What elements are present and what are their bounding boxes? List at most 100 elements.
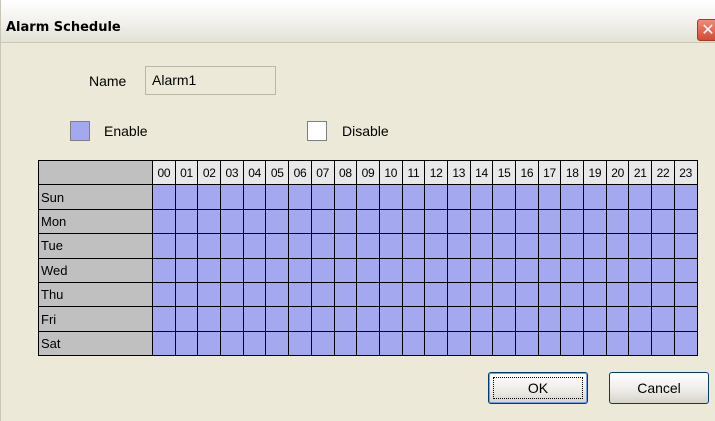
schedule-cell[interactable] [152,184,176,210]
schedule-cell[interactable] [265,208,290,235]
schedule-cell[interactable] [560,306,585,332]
schedule-cell[interactable] [333,257,358,283]
schedule-cell[interactable] [583,257,607,283]
name-field[interactable]: Alarm1 [145,66,276,95]
schedule-cell[interactable] [378,281,403,308]
schedule-cell[interactable] [401,257,426,283]
schedule-cell[interactable] [651,306,675,332]
schedule-cell[interactable] [605,281,630,308]
schedule-cell[interactable] [310,281,335,308]
schedule-cell[interactable] [651,208,675,235]
schedule-cell[interactable] [673,184,698,210]
schedule-cell[interactable] [469,257,494,283]
schedule-cell[interactable] [152,306,176,332]
schedule-cell[interactable] [242,257,267,283]
hour-header[interactable]: 02 [197,159,222,186]
schedule-cell[interactable] [265,330,290,357]
schedule-cell[interactable] [583,233,607,259]
schedule-cell[interactable] [469,233,494,259]
schedule-cell[interactable] [152,257,176,283]
schedule-cell[interactable] [174,306,199,332]
schedule-cell[interactable] [515,233,539,259]
day-label[interactable]: Fri [38,306,153,332]
schedule-cell[interactable] [424,184,448,210]
schedule-cell[interactable] [492,330,516,357]
schedule-cell[interactable] [537,233,562,259]
schedule-cell[interactable] [220,330,244,357]
schedule-cell[interactable] [469,184,494,210]
schedule-cell[interactable] [492,233,516,259]
schedule-cell[interactable] [628,184,653,210]
hour-header[interactable]: 15 [492,159,516,186]
hour-header[interactable]: 05 [265,159,290,186]
schedule-cell[interactable] [197,208,222,235]
schedule-cell[interactable] [651,233,675,259]
schedule-cell[interactable] [310,184,335,210]
schedule-cell[interactable] [446,184,471,210]
schedule-cell[interactable] [197,306,222,332]
title-bar[interactable]: Alarm Schedule ✕ [1,0,715,43]
schedule-cell[interactable] [605,257,630,283]
schedule-cell[interactable] [265,306,290,332]
hour-header[interactable]: 17 [537,159,562,186]
schedule-cell[interactable] [174,330,199,357]
schedule-cell[interactable] [673,208,698,235]
schedule-cell[interactable] [628,233,653,259]
schedule-cell[interactable] [424,208,448,235]
schedule-cell[interactable] [492,184,516,210]
schedule-cell[interactable] [673,281,698,308]
schedule-cell[interactable] [220,306,244,332]
hour-header[interactable]: 20 [605,159,630,186]
schedule-cell[interactable] [446,306,471,332]
day-label[interactable]: Tue [38,233,153,259]
hour-header[interactable]: 09 [356,159,380,186]
schedule-cell[interactable] [515,330,539,357]
schedule-cell[interactable] [152,281,176,308]
hour-header[interactable]: 12 [424,159,448,186]
schedule-cell[interactable] [356,208,380,235]
schedule-cell[interactable] [424,257,448,283]
day-label[interactable]: Wed [38,257,153,283]
schedule-cell[interactable] [197,233,222,259]
schedule-cell[interactable] [356,306,380,332]
schedule-cell[interactable] [288,330,312,357]
schedule-cell[interactable] [378,208,403,235]
day-label[interactable]: Sun [38,184,153,210]
schedule-cell[interactable] [492,306,516,332]
schedule-cell[interactable] [605,208,630,235]
schedule-cell[interactable] [492,281,516,308]
schedule-cell[interactable] [446,208,471,235]
schedule-cell[interactable] [310,208,335,235]
schedule-cell[interactable] [560,208,585,235]
schedule-cell[interactable] [424,330,448,357]
schedule-cell[interactable] [628,257,653,283]
schedule-cell[interactable] [651,281,675,308]
schedule-cell[interactable] [537,330,562,357]
schedule-cell[interactable] [265,281,290,308]
schedule-cell[interactable] [446,233,471,259]
hour-header[interactable]: 07 [310,159,335,186]
schedule-cell[interactable] [469,306,494,332]
schedule-cell[interactable] [651,330,675,357]
schedule-cell[interactable] [560,233,585,259]
schedule-cell[interactable] [242,330,267,357]
schedule-cell[interactable] [446,281,471,308]
day-label[interactable]: Thu [38,281,153,308]
schedule-cell[interactable] [197,257,222,283]
schedule-cell[interactable] [424,306,448,332]
schedule-cell[interactable] [288,184,312,210]
schedule-cell[interactable] [220,184,244,210]
schedule-cell[interactable] [288,257,312,283]
schedule-cell[interactable] [673,306,698,332]
schedule-cell[interactable] [356,233,380,259]
disable-swatch[interactable] [307,121,327,141]
schedule-cell[interactable] [515,281,539,308]
schedule-cell[interactable] [469,208,494,235]
schedule-cell[interactable] [401,281,426,308]
hour-header[interactable]: 01 [174,159,199,186]
schedule-cell[interactable] [174,208,199,235]
schedule-cell[interactable] [174,184,199,210]
schedule-cell[interactable] [333,233,358,259]
hour-header[interactable]: 00 [152,159,176,186]
hour-header[interactable]: 16 [515,159,539,186]
